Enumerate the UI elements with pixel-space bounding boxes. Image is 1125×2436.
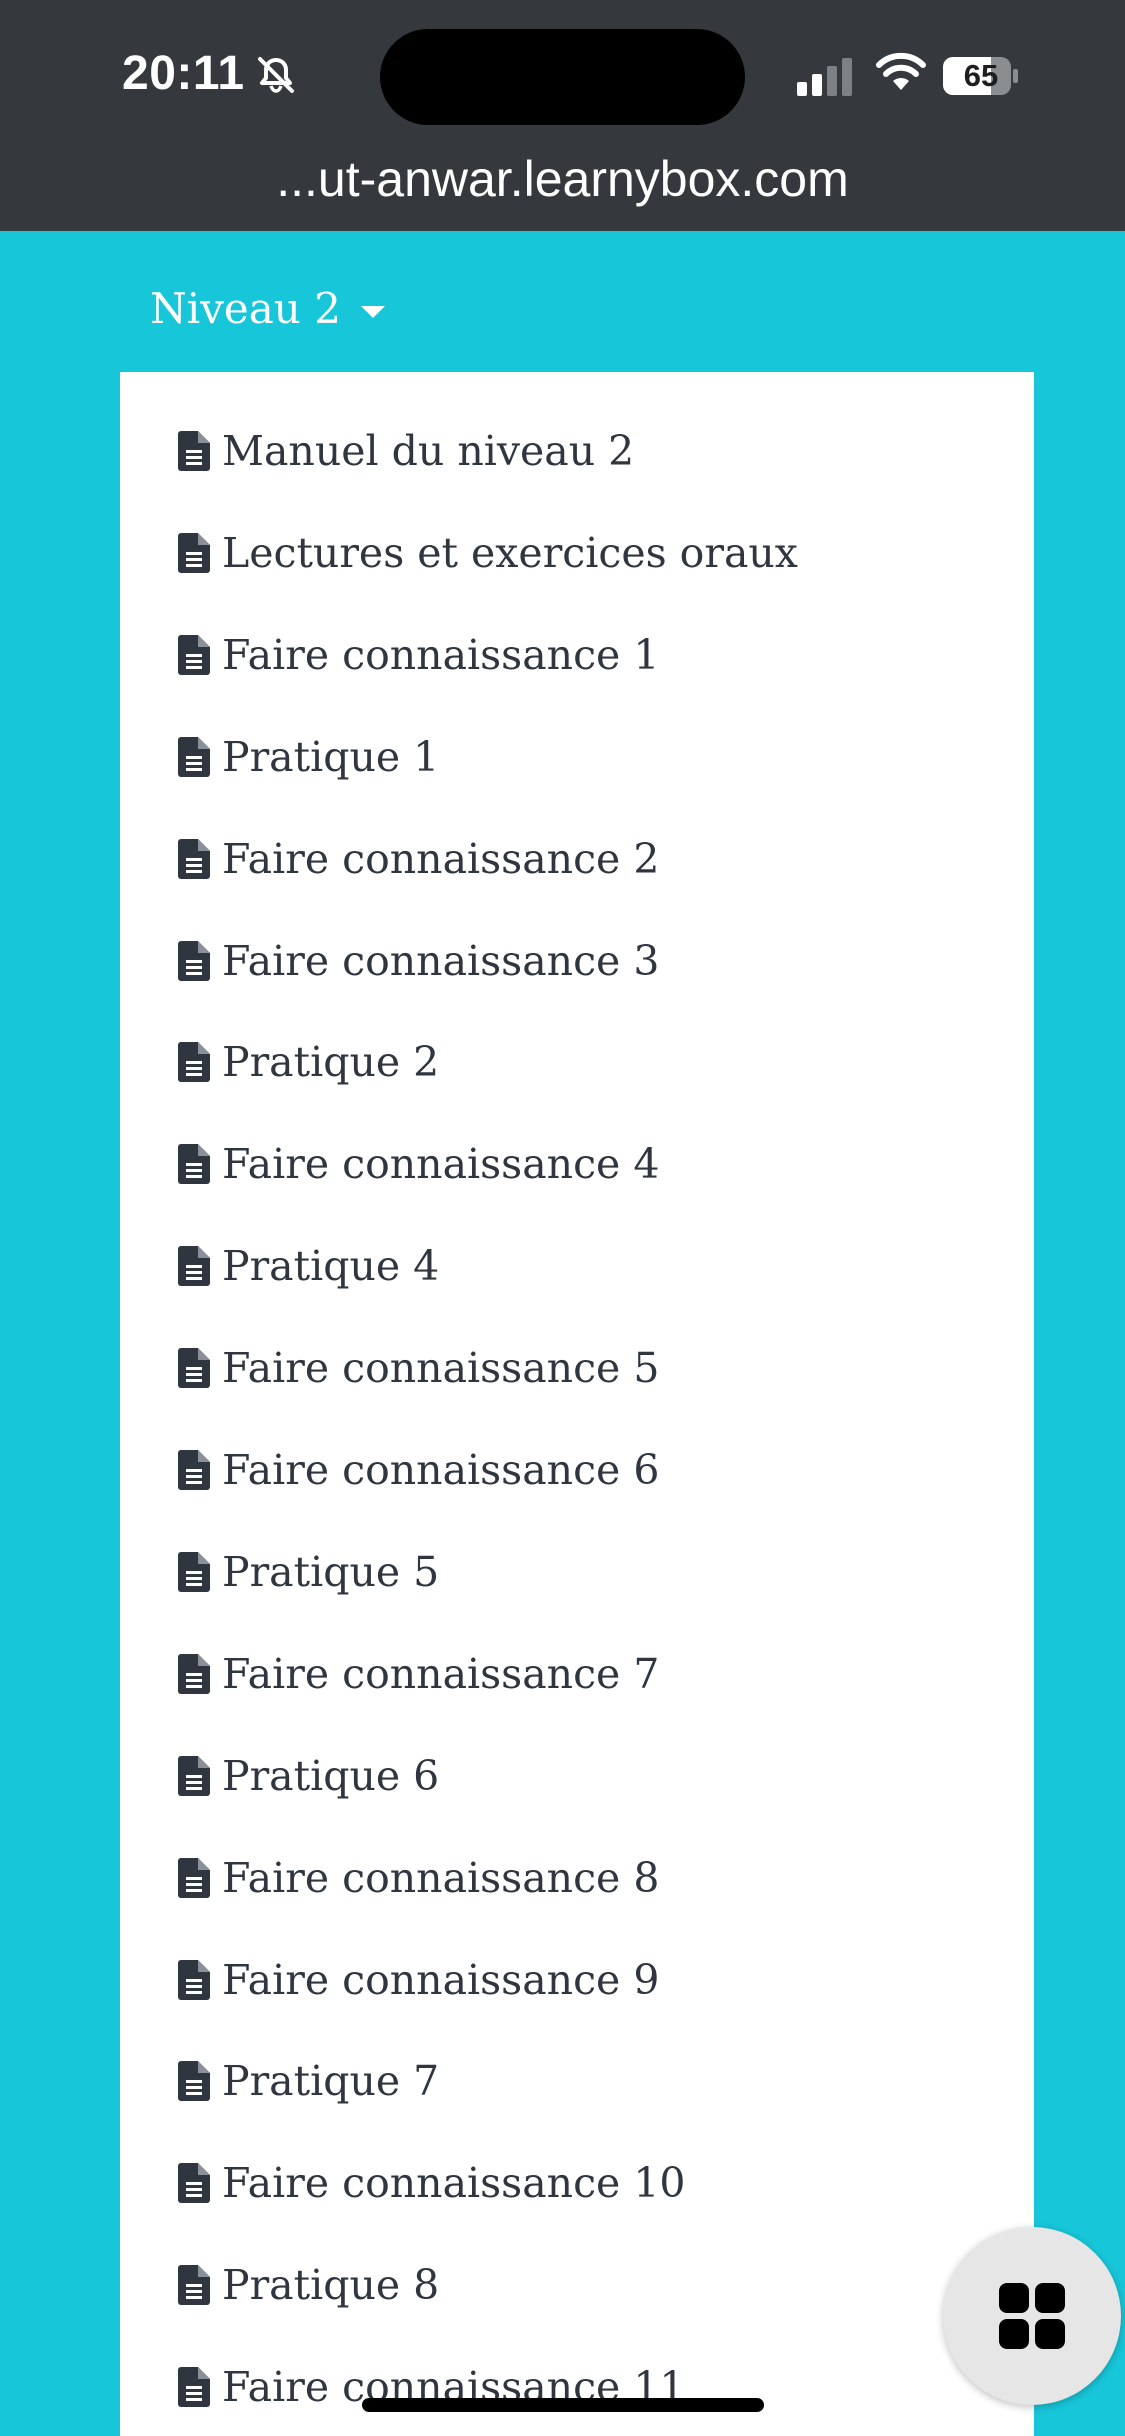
document-icon [178,2367,210,2407]
menu-item[interactable]: Faire connaissance 8 [178,1848,659,1908]
menu-item[interactable]: Pratique 2 [178,1032,439,1092]
menu-item-label: Faire connaissance 2 [222,835,660,883]
menu-item-label: Faire connaissance 10 [222,2159,686,2207]
battery-level: 65 [963,58,999,93]
document-icon [178,1144,210,1184]
document-icon [178,431,210,471]
menu-item[interactable]: Lectures et exercices oraux [178,523,798,583]
menu-item[interactable]: Manuel du niveau 2 [178,421,634,481]
menu-item[interactable]: Pratique 6 [178,1746,439,1806]
niveau-dropdown-toggle[interactable]: Niveau 2 [150,284,385,333]
niveau-dropdown-label: Niveau 2 [150,284,341,333]
menu-item-label: Lectures et exercices oraux [222,529,798,577]
dropdown-menu: Manuel du niveau 2 Lectures et exercices … [120,372,1034,2436]
cellular-signal-icon [797,58,852,96]
menu-item-label: Faire connaissance 8 [222,1854,660,1902]
document-icon [178,1552,210,1592]
document-icon [178,941,210,981]
menu-item-label: Pratique 8 [222,2261,440,2309]
document-icon [178,2061,210,2101]
menu-item-label: Faire connaissance 6 [222,1446,660,1494]
home-indicator [362,2398,764,2412]
menu-item-label: Pratique 7 [222,2057,440,2105]
menu-item-label: Pratique 2 [222,1038,440,1086]
menu-item[interactable]: Faire connaissance 9 [178,1950,659,2010]
menu-item[interactable]: Faire connaissance 7 [178,1644,659,1704]
document-icon [178,1960,210,2000]
document-icon [178,1348,210,1388]
dynamic-island [380,29,745,125]
document-icon [178,1042,210,1082]
menu-item-label: Faire connaissance 5 [222,1344,660,1392]
caret-down-icon [360,305,385,318]
menu-item[interactable]: Pratique 1 [178,727,439,787]
apps-menu-button[interactable] [943,2227,1121,2405]
menu-item-label: Faire connaissance 3 [222,937,660,985]
menu-item-label: Faire connaissance 1 [222,631,660,679]
menu-item[interactable]: Pratique 8 [178,2255,439,2315]
document-icon [178,839,210,879]
wifi-icon [876,52,926,90]
menu-item-label: Faire connaissance 9 [222,1956,660,2004]
document-icon [178,1450,210,1490]
menu-item[interactable]: Pratique 7 [178,2051,439,2111]
menu-item-label: Pratique 4 [222,1242,440,1290]
menu-item-label: Manuel du niveau 2 [222,427,635,475]
document-icon [178,2163,210,2203]
document-icon [178,2265,210,2305]
menu-item[interactable]: Faire connaissance 1 [178,625,659,685]
menu-item-label: Faire connaissance 4 [222,1140,660,1188]
menu-item[interactable]: Pratique 4 [178,1236,439,1296]
menu-item[interactable]: Faire connaissance 5 [178,1338,659,1398]
status-time: 20:11 [122,47,245,100]
address-bar-url[interactable]: ...ut-anwar.learnybox.com [0,150,1125,208]
menu-item-label: Faire connaissance 7 [222,1650,660,1698]
grid-icon [999,2283,1065,2349]
menu-item[interactable]: Pratique 5 [178,1542,439,1602]
menu-item[interactable]: Faire connaissance 10 [178,2153,686,2213]
document-icon [178,1246,210,1286]
document-icon [178,1858,210,1898]
menu-item[interactable]: Faire connaissance 2 [178,829,659,889]
menu-item-label: Pratique 1 [222,733,440,781]
document-icon [178,533,210,573]
menu-item[interactable]: Faire connaissance 3 [178,931,659,991]
document-icon [178,635,210,675]
menu-item[interactable]: Faire connaissance 4 [178,1134,659,1194]
browser-chrome: 20:11 65 ...ut-anwar.learnybox.com [0,0,1125,231]
menu-item-label: Pratique 6 [222,1752,440,1800]
document-icon [178,737,210,777]
menu-item[interactable]: Faire connaissance 6 [178,1440,659,1500]
document-icon [178,1756,210,1796]
document-icon [178,1654,210,1694]
menu-item-label: Pratique 5 [222,1548,440,1596]
bell-muted-icon [258,57,294,93]
